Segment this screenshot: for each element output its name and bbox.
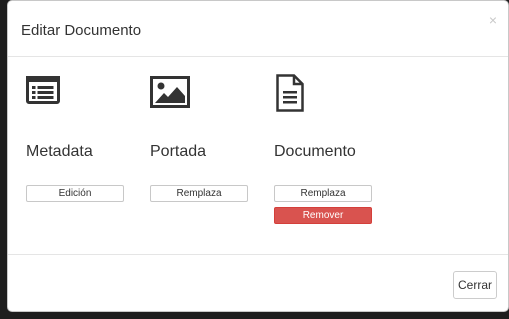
modal-title: Editar Documento — [21, 22, 142, 39]
modal-body: Metadata Edición Portada Remplaza Docume… — [8, 58, 508, 255]
modal-header: Editar Documento × — [8, 1, 508, 57]
metadata-label: Metadata — [26, 143, 93, 160]
list-alt-icon — [26, 76, 60, 109]
documento-label: Documento — [274, 143, 356, 160]
metadata-section: Metadata Edición — [26, 58, 146, 255]
file-text-icon — [276, 74, 304, 117]
documento-section: Documento Remplaza Remover — [274, 58, 394, 255]
close-x-button[interactable]: × — [489, 13, 497, 27]
portada-replace-button[interactable]: Remplaza — [150, 185, 248, 202]
portada-label: Portada — [150, 143, 207, 160]
metadata-edit-button[interactable]: Edición — [26, 185, 124, 202]
modal-footer: Cerrar — [8, 256, 508, 311]
edit-document-modal: Editar Documento × Metadata Edición Port… — [7, 0, 509, 312]
image-icon — [150, 76, 190, 113]
cerrar-button[interactable]: Cerrar — [453, 271, 497, 299]
documento-remove-button[interactable]: Remover — [274, 207, 372, 224]
portada-section: Portada Remplaza — [150, 58, 270, 255]
documento-replace-button[interactable]: Remplaza — [274, 185, 372, 202]
